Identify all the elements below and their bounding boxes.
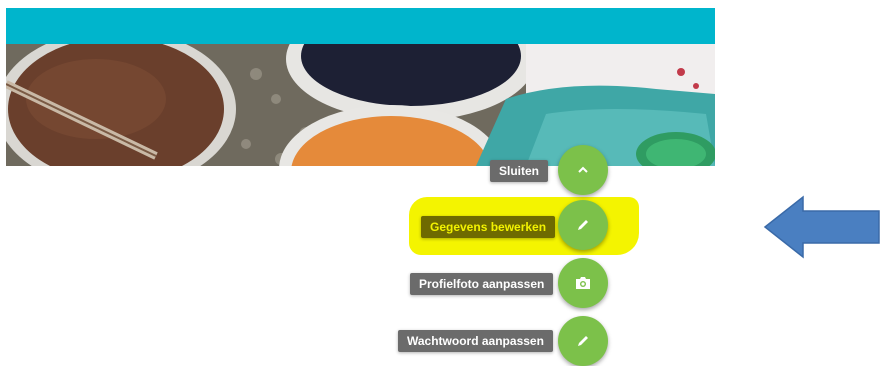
chevron-up-icon [578,166,588,173]
close-button[interactable] [558,145,608,195]
edit-details-button[interactable] [558,200,608,250]
left-arrow-icon [763,195,880,259]
change-password-label[interactable]: Wachtwoord aanpassen [398,330,553,352]
header-bar [6,8,715,44]
change-photo-button[interactable] [558,258,608,308]
change-photo-label[interactable]: Profielfoto aanpassen [410,273,554,295]
pencil-icon [578,336,588,346]
banner-image [6,44,715,166]
pencil-icon [578,220,588,230]
camera-icon [576,277,590,289]
edit-details-label[interactable]: Gegevens bewerken [421,216,556,238]
close-label[interactable]: Sluiten [490,160,549,182]
change-password-button[interactable] [558,316,608,366]
